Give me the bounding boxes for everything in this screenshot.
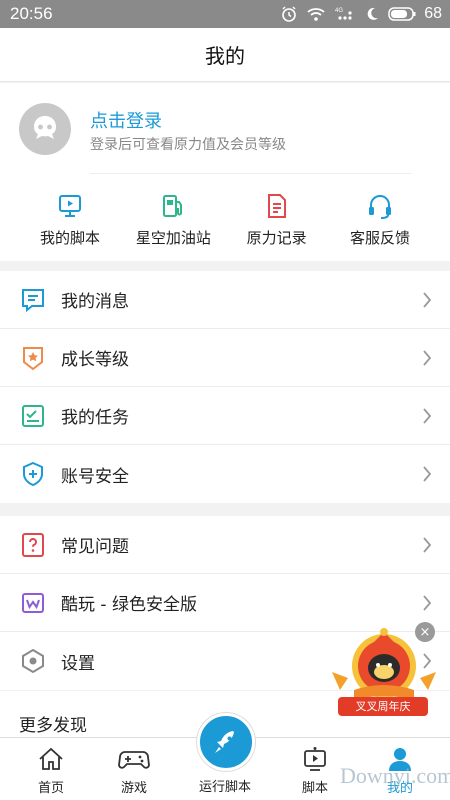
menu-item-label: 账号安全 — [61, 466, 129, 487]
menu-item-label: 成长等级 — [61, 350, 129, 370]
fuel-pump-icon — [163, 195, 183, 217]
chevron-right-icon — [423, 292, 432, 308]
menu-item-faq[interactable]: 常见问题 — [0, 516, 450, 574]
tab-label: 游戏 — [120, 781, 147, 796]
battery-level: 68 — [424, 5, 442, 22]
tab-label: 首页 — [37, 781, 64, 796]
hexagon-settings-icon — [22, 648, 44, 674]
promo-close-button[interactable]: × — [415, 622, 435, 642]
headset-icon — [368, 195, 391, 219]
home-icon — [39, 747, 63, 770]
status-bar: 20:56 4G 68 — [0, 0, 450, 28]
tab-home[interactable]: 首页 — [6, 738, 96, 800]
menu-item-label: 酷玩 - 绿色安全版 — [61, 595, 197, 615]
chevron-right-icon — [423, 595, 432, 611]
gamepad-icon — [118, 751, 150, 769]
divider — [90, 173, 412, 174]
status-time: 20:56 — [10, 4, 53, 23]
svg-text:4G: 4G — [335, 8, 343, 14]
message-icon — [22, 289, 44, 313]
shortcut-label: 原力记录 — [246, 229, 307, 247]
avatar[interactable] — [19, 103, 71, 155]
shortcut-label: 我的脚本 — [39, 229, 100, 247]
status-icons: 4G 68 — [280, 5, 442, 23]
more-discovery-title: 更多发现 — [19, 716, 87, 736]
watermark: Downyi.com — [340, 763, 450, 788]
script-monitor-icon — [304, 747, 326, 771]
question-doc-icon — [22, 533, 44, 557]
wifi-icon — [307, 8, 325, 21]
alarm-icon — [282, 6, 297, 22]
chevron-right-icon — [423, 350, 432, 366]
monitor-icon — [59, 195, 81, 217]
shortcut-customer-service[interactable]: 客服反馈 — [330, 191, 430, 248]
menu-item-account-security[interactable]: 账号安全 — [0, 445, 450, 503]
battery-icon — [388, 7, 416, 21]
menu-item-my-tasks[interactable]: 我的任务 — [0, 387, 450, 445]
default-avatar-icon — [34, 116, 56, 139]
task-check-icon — [22, 405, 44, 427]
promo-banner-text: 叉叉周年庆 — [338, 697, 428, 716]
document-icon — [267, 194, 286, 218]
kuwan-icon — [22, 593, 44, 613]
badge-star-icon — [23, 347, 43, 371]
shortcut-fuel-station[interactable]: 星空加油站 — [123, 191, 223, 248]
login-link[interactable]: 点击登录 — [90, 107, 162, 133]
tab-games[interactable]: 游戏 — [89, 738, 179, 800]
page-title: 我的 — [205, 44, 245, 68]
menu-item-label: 设置 — [61, 653, 95, 674]
shortcut-force-record[interactable]: 原力记录 — [227, 191, 327, 248]
menu-group-account: 我的消息 成长等级 我的任务 账号安全 — [0, 271, 450, 503]
menu-item-messages[interactable]: 我的消息 — [0, 271, 450, 329]
menu-item-label: 我的任务 — [61, 408, 129, 428]
menu-item-label: 我的消息 — [61, 292, 129, 312]
chevron-right-icon — [423, 466, 432, 482]
chevron-right-icon — [423, 537, 432, 553]
run-script-button[interactable] — [197, 713, 255, 771]
shield-plus-icon — [23, 461, 43, 487]
shortcut-label: 星空加油站 — [135, 229, 211, 247]
run-script-label: 运行脚本 — [198, 780, 251, 795]
tab-label: 脚本 — [301, 781, 328, 796]
login-hint: 登录后可查看原力值及会员等级 — [90, 137, 286, 153]
shortcut-bar: 我的脚本 星空加油站 原力记录 客服反馈 — [20, 191, 430, 248]
menu-item-growth-level[interactable]: 成长等级 — [0, 329, 450, 387]
menu-item-label: 常见问题 — [61, 537, 129, 557]
shortcut-my-scripts[interactable]: 我的脚本 — [20, 191, 120, 248]
moon-icon — [367, 7, 379, 20]
profile-card: 点击登录 登录后可查看原力值及会员等级 我的脚本 星空加油站 原力记录 客服反馈 — [0, 83, 450, 261]
signal-icon: 4G — [335, 8, 352, 20]
rocket-icon — [215, 731, 234, 753]
page-header: 我的 — [0, 28, 450, 82]
chevron-right-icon — [423, 408, 432, 424]
shortcut-label: 客服反馈 — [349, 229, 410, 247]
